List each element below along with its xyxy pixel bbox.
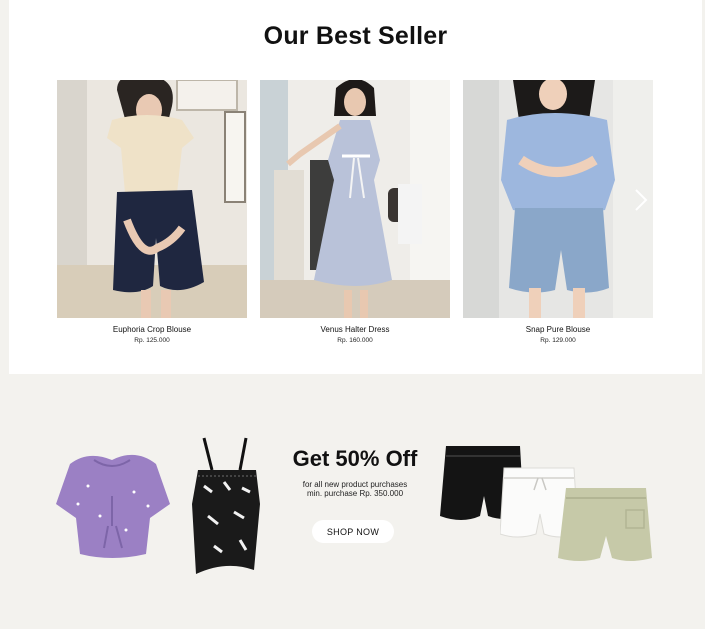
product-carousel: Euphoria Crop Blouse Rp. 125.000 Venus H… — [57, 80, 654, 350]
section-title: Our Best Seller — [263, 22, 448, 50]
shop-now-button[interactable]: SHOP NOW — [312, 520, 394, 543]
product-name[interactable]: Venus Halter Dress — [260, 325, 450, 334]
product-card[interactable]: Venus Halter Dress Rp. 160.000 — [260, 80, 450, 344]
promo-subtitle: for all new product purchases min. purch… — [275, 480, 435, 498]
product-name[interactable]: Euphoria Crop Blouse — [57, 325, 247, 334]
product-image[interactable] — [463, 80, 653, 318]
product-card[interactable]: Euphoria Crop Blouse Rp. 125.000 — [57, 80, 247, 344]
best-seller-section: Our Best Seller Euphoria Crop Blouse Rp.… — [9, 0, 702, 374]
product-price: Rp. 160.000 — [337, 337, 373, 344]
promo-product-purple-blouse — [54, 446, 172, 564]
promo-banner: Get 50% Off for all new product purchase… — [0, 374, 705, 629]
promo-subtitle-line2: min. purchase Rp. 350.000 — [306, 489, 404, 498]
promo-subtitle-line1: for all new product purchases — [302, 480, 408, 489]
promo-title: Get 50% Off — [292, 446, 418, 471]
product-image[interactable] — [260, 80, 450, 318]
product-price: Rp. 129.000 — [540, 337, 576, 344]
carousel-next-button[interactable] — [630, 186, 652, 214]
product-name[interactable]: Snap Pure Blouse — [463, 325, 653, 334]
product-price: Rp. 125.000 — [134, 337, 170, 344]
chevron-right-icon[interactable] — [630, 186, 652, 214]
promo-product-black-top — [190, 436, 264, 574]
promo-product-sage-shorts — [558, 484, 654, 564]
product-card[interactable]: Snap Pure Blouse Rp. 129.000 — [463, 80, 653, 344]
product-image[interactable] — [57, 80, 247, 318]
